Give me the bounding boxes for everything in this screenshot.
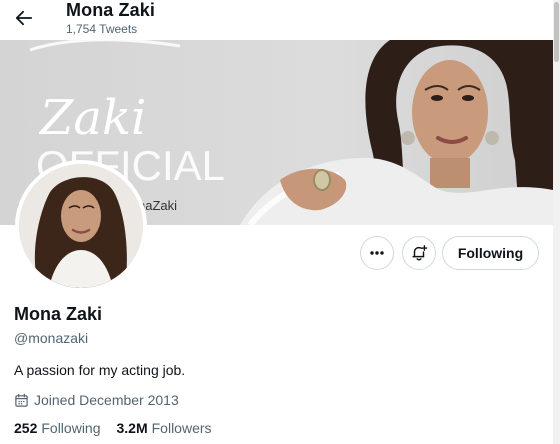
followers-count: 3.2M: [116, 420, 148, 436]
page-scrollbar[interactable]: [553, 0, 560, 444]
more-dots-icon: [370, 251, 384, 255]
profile-bio: A passion for my acting job.: [14, 362, 186, 378]
profile-name: Mona Zaki: [14, 304, 103, 324]
scrollbar-thumb[interactable]: [554, 2, 559, 62]
notifications-button[interactable]: [402, 236, 436, 270]
following-count: 252: [14, 420, 38, 436]
more-button[interactable]: [360, 236, 394, 270]
joined-text: Joined December 2013: [34, 392, 179, 408]
joined-date: Joined December 2013: [14, 392, 179, 408]
arrow-left-icon: [15, 10, 33, 26]
profile-header: Mona Zaki 1,754 Tweets: [0, 0, 560, 40]
avatar-image: [19, 164, 143, 288]
banner-text-zaki: Zaki: [38, 90, 146, 146]
following-label: Following: [41, 420, 101, 436]
back-button[interactable]: [10, 4, 38, 32]
tweet-count: 1,754 Tweets: [66, 22, 138, 36]
followers-link[interactable]: 3.2M Followers: [117, 420, 212, 436]
bell-plus-icon: [412, 245, 428, 261]
follow-stats: 252 Following 3.2M Followers: [14, 420, 212, 436]
followers-label: Followers: [151, 420, 212, 436]
following-link[interactable]: 252 Following: [14, 420, 101, 436]
following-button[interactable]: Following: [442, 236, 539, 270]
profile-handle: @monazaki: [14, 330, 89, 346]
profile-avatar[interactable]: [15, 160, 147, 292]
calendar-icon: [15, 393, 28, 407]
header-title: Mona Zaki: [66, 0, 155, 20]
